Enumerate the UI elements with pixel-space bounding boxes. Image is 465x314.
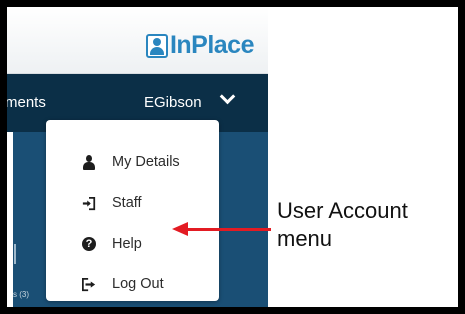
nav-item-partial[interactable]: ments xyxy=(7,94,46,111)
logo-text: InPlace xyxy=(169,31,255,59)
menu-item-my-details[interactable]: My Details xyxy=(46,143,219,181)
user-icon xyxy=(82,154,96,170)
side-count-text: s (3) xyxy=(13,290,29,299)
side-marker xyxy=(14,244,16,264)
callout-arrow-head xyxy=(172,222,188,236)
callout-line-2: menu xyxy=(277,226,333,251)
sign-out-icon xyxy=(82,276,96,292)
menu-item-label: My Details xyxy=(112,154,180,170)
inplace-logo[interactable]: InPlace xyxy=(145,31,255,60)
menu-item-label: Log Out xyxy=(112,276,164,292)
logo-person-icon xyxy=(145,33,168,58)
menu-item-label: Help xyxy=(112,236,142,252)
content-left-edge xyxy=(7,132,13,307)
callout-line-1: User Account xyxy=(277,198,408,223)
menu-item-label: Staff xyxy=(112,195,142,211)
question-circle-icon: ? xyxy=(82,236,96,252)
sign-in-icon xyxy=(82,195,96,211)
callout-arrow xyxy=(187,228,271,231)
user-account-toggle[interactable]: EGibson xyxy=(144,94,202,111)
header-bar: InPlace xyxy=(7,7,268,74)
callout-annotation: User Account menu xyxy=(277,197,457,253)
app-screenshot: InPlace ments EGibson s (3) My Details S… xyxy=(7,7,268,307)
menu-item-staff[interactable]: Staff xyxy=(46,184,219,222)
user-account-menu: My Details Staff ? Help Log Out xyxy=(46,120,219,301)
menu-item-log-out[interactable]: Log Out xyxy=(46,265,219,303)
chevron-down-icon[interactable] xyxy=(219,88,236,105)
